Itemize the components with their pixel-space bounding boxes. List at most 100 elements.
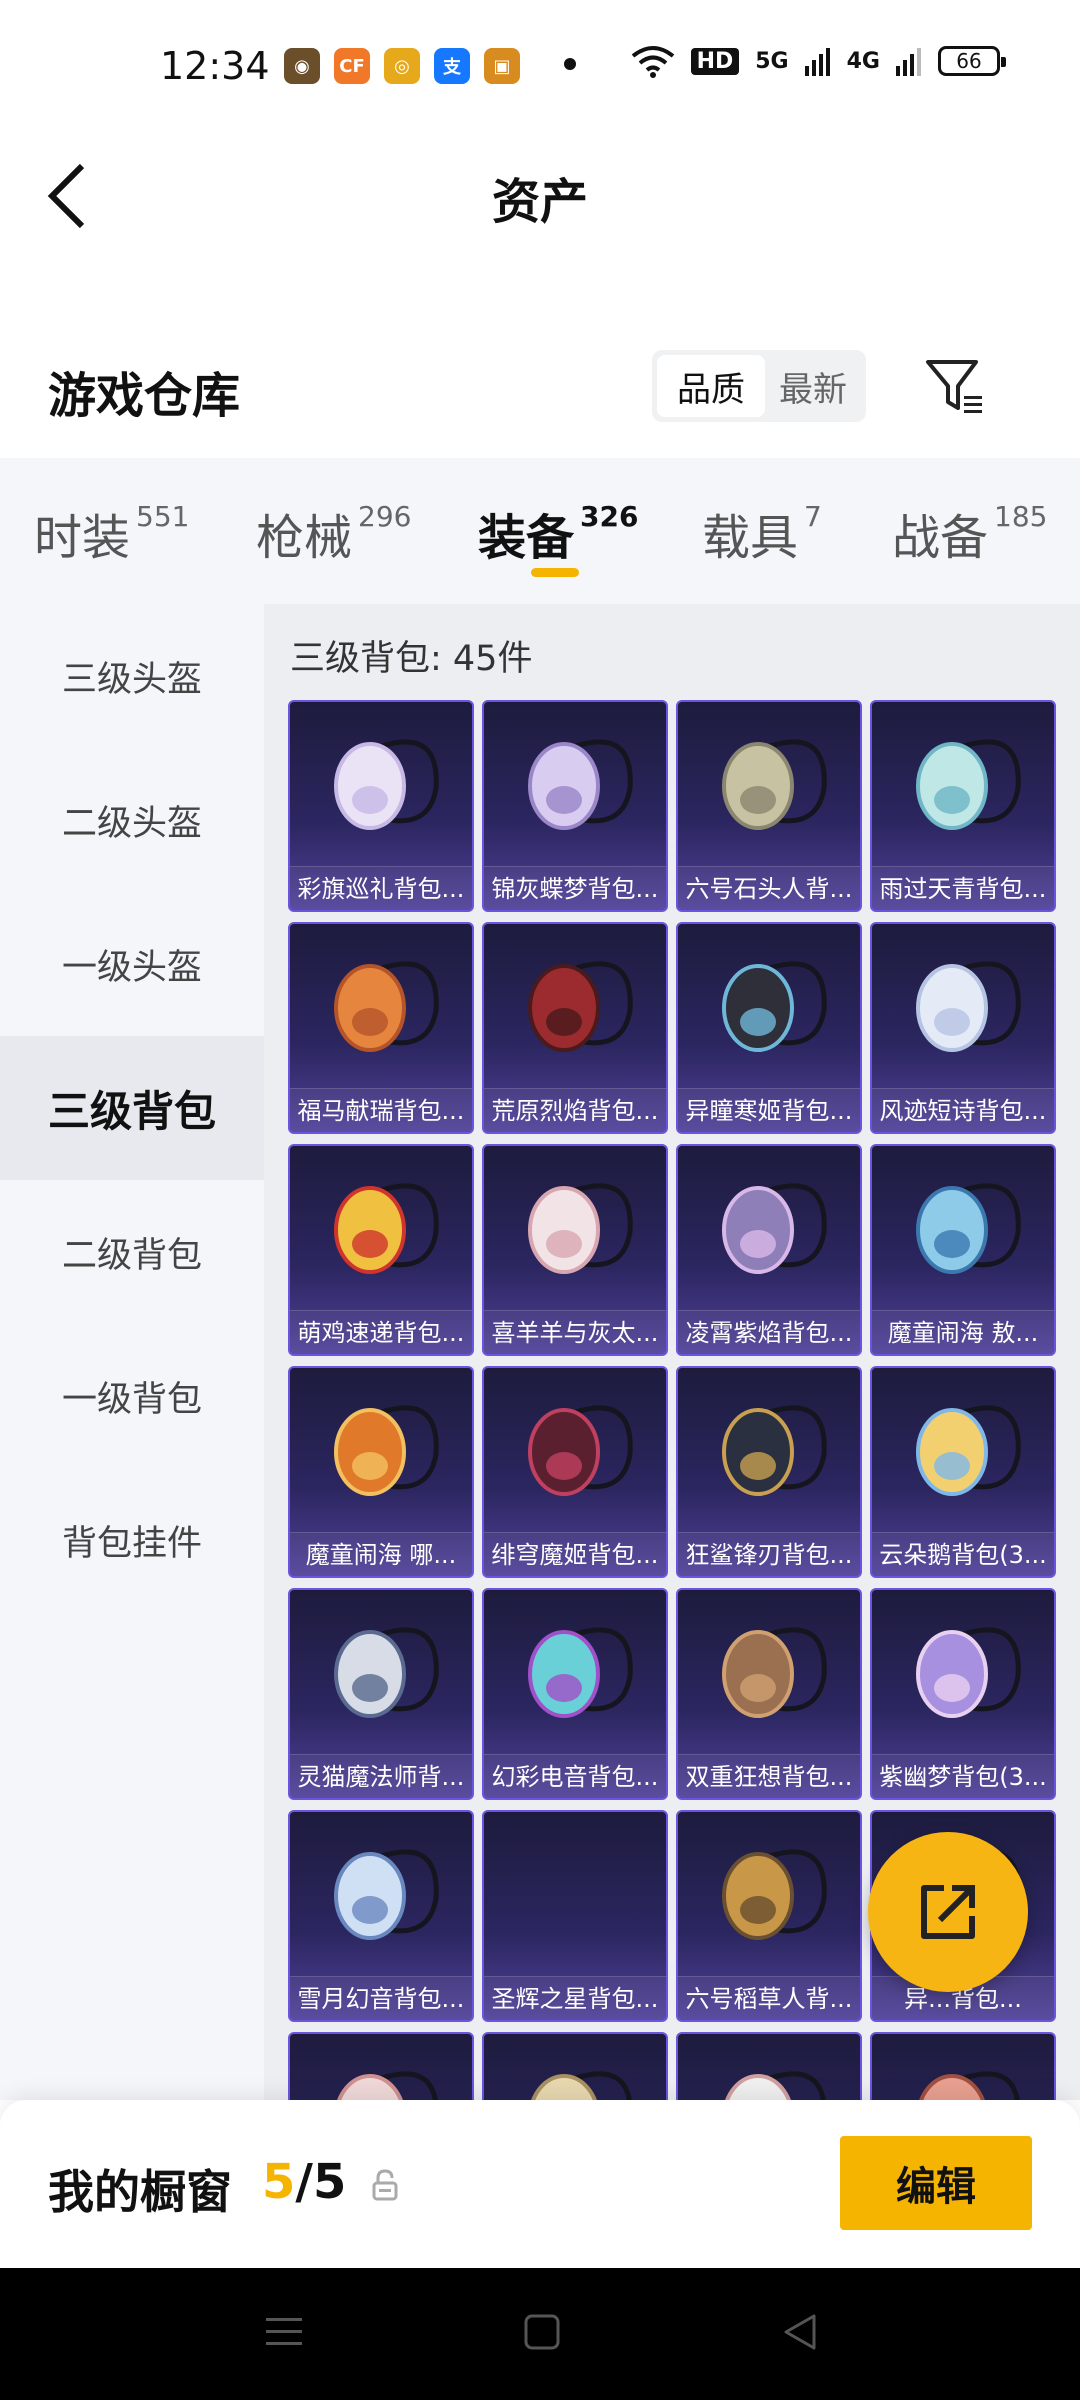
item-name: 六号石头人背... [678, 866, 860, 910]
signal-5g-label: 5G [755, 48, 789, 74]
showcase-count-current: 5 [262, 2154, 296, 2210]
sidebar-item-lv2-helmet[interactable]: 二级头盔 [0, 748, 264, 892]
tab-guns[interactable]: 枪械 296 [256, 498, 411, 568]
showcase-count-total: 5 [312, 2154, 347, 2210]
backpack-icon [916, 961, 1021, 1052]
backpack-icon [916, 739, 1021, 830]
sidebar-item-backpack-charm[interactable]: 背包挂件 [0, 1468, 264, 1612]
backpack-icon [916, 1183, 1021, 1274]
item-card[interactable]: 雨过天青背包... [870, 700, 1056, 912]
item-card[interactable] [870, 2032, 1056, 2100]
sidebar-item-lv1-backpack[interactable]: 一级背包 [0, 1324, 264, 1468]
item-card[interactable]: 锦灰蝶梦背包... [482, 700, 668, 912]
item-card[interactable]: 六号石头人背... [676, 700, 862, 912]
item-card[interactable]: 异瞳寒姬背包... [676, 922, 862, 1134]
sidebar-item-lv3-backpack[interactable]: 三级背包 [0, 1036, 264, 1180]
tab-count: 185 [994, 500, 1048, 533]
status-indicators: HD 5G 4G 66 [631, 44, 1006, 78]
backpack-icon [725, 2071, 826, 2100]
share-button[interactable] [868, 1832, 1028, 1992]
item-card[interactable]: 喜羊羊与灰太... [482, 1144, 668, 1356]
item-card[interactable]: 双重狂想背包... [676, 1588, 862, 1800]
sort-quality-option[interactable]: 品质 [657, 355, 765, 417]
backpack-icon [531, 2071, 632, 2100]
item-card[interactable]: 魔童闹海 哪... [288, 1366, 474, 1578]
sort-toggle: 品质 最新 [652, 350, 866, 422]
battery-level: 66 [956, 49, 982, 73]
filter-icon[interactable] [924, 356, 986, 418]
backpack-icon [484, 1818, 666, 1974]
home-icon[interactable] [522, 2312, 562, 2352]
backpack-icon [722, 739, 827, 830]
cf-app-icon: CF [334, 48, 370, 84]
sidebar-item-lv1-helmet[interactable]: 一级头盔 [0, 892, 264, 1036]
showcase-count-sep: / [295, 2154, 313, 2210]
item-card[interactable]: 萌鸡速递背包... [288, 1144, 474, 1356]
showcase-title: 我的橱窗 [48, 2165, 232, 2219]
item-name: 喜羊羊与灰太... [484, 1310, 666, 1354]
backpack-icon [528, 1183, 633, 1274]
signal-5g-icon [804, 48, 830, 76]
item-name: 福马献瑞背包... [290, 1088, 472, 1132]
item-card[interactable]: 幻彩电音背包... [482, 1588, 668, 1800]
item-card[interactable]: 雪月幻音背包... [288, 1810, 474, 2022]
tab-count: 326 [580, 500, 639, 533]
status-bar: 12:34 ◉ CF ◎ 支 ▣ HD 5G 4G 66 [0, 0, 1080, 130]
item-card[interactable]: 狂鲨锋刃背包... [676, 1366, 862, 1578]
backpack-icon [528, 1405, 633, 1496]
edit-button[interactable]: 编辑 [840, 2136, 1032, 2230]
item-card[interactable]: 福马献瑞背包... [288, 922, 474, 1134]
item-card[interactable] [676, 2032, 862, 2100]
item-card[interactable]: 圣辉之星背包... [482, 1810, 668, 2022]
menu-icon[interactable] [264, 2312, 304, 2352]
category-tabs: 时装 551 枪械 296 装备 326 载具 7 战备 185 [0, 458, 1080, 604]
tab-fashion[interactable]: 时装 551 [34, 498, 189, 568]
status-time: 12:34 [160, 44, 270, 88]
item-card[interactable] [482, 2032, 668, 2100]
item-card[interactable]: 荒原烈焰背包... [482, 922, 668, 1134]
sidebar-item-lv2-backpack[interactable]: 二级背包 [0, 1180, 264, 1324]
game-app-icon: ◉ [284, 48, 320, 84]
item-name: 紫幽梦背包(3... [872, 1754, 1054, 1798]
item-name: 萌鸡速递背包... [290, 1310, 472, 1354]
item-name: 六号稻草人背... [678, 1976, 860, 2020]
sort-latest-option[interactable]: 最新 [765, 355, 861, 417]
backpack-icon [722, 1627, 827, 1718]
active-tab-indicator [531, 568, 579, 577]
lock-icon[interactable] [370, 2168, 400, 2202]
tab-count: 296 [358, 500, 412, 533]
backpack-icon [334, 739, 439, 830]
notification-dot-icon [564, 58, 576, 70]
item-card[interactable]: 紫幽梦背包(3... [870, 1588, 1056, 1800]
item-name: 雪月幻音背包... [290, 1976, 472, 2020]
tab-war-gear[interactable]: 战备 185 [892, 498, 1047, 568]
item-card[interactable]: 彩旗巡礼背包... [288, 700, 474, 912]
system-nav-bar [0, 2268, 1080, 2400]
item-card[interactable]: 灵猫魔法师背... [288, 1588, 474, 1800]
backpack-icon [334, 1849, 439, 1940]
item-card[interactable] [288, 2032, 474, 2100]
tab-vehicles[interactable]: 载具 7 [702, 498, 822, 568]
item-name: 风迹短诗背包... [872, 1088, 1054, 1132]
back-nav-icon[interactable] [780, 2312, 820, 2352]
tab-label: 时装 [34, 510, 131, 566]
showcase-count: 5/5 [262, 2154, 346, 2210]
item-card[interactable]: 魔童闹海 敖... [870, 1144, 1056, 1356]
signal-4g-icon [896, 48, 921, 76]
item-card[interactable]: 风迹短诗背包... [870, 922, 1056, 1134]
backpack-icon [528, 1627, 633, 1718]
item-name: 幻彩电音背包... [484, 1754, 666, 1798]
item-card[interactable]: 云朵鹅背包(3... [870, 1366, 1056, 1578]
wifi-icon [631, 46, 674, 78]
item-name: 灵猫魔法师背... [290, 1754, 472, 1798]
item-name: 彩旗巡礼背包... [290, 866, 472, 910]
item-card[interactable]: 凌霄紫焰背包... [676, 1144, 862, 1356]
item-name: 锦灰蝶梦背包... [484, 866, 666, 910]
item-card[interactable]: 绯穹魔姬背包... [482, 1366, 668, 1578]
item-name: 雨过天青背包... [872, 866, 1054, 910]
sidebar-item-lv3-helmet[interactable]: 三级头盔 [0, 604, 264, 748]
backpack-icon [528, 961, 633, 1052]
tab-equipment[interactable]: 装备 326 [478, 498, 638, 568]
status-app-icons: ◉ CF ◎ 支 ▣ [284, 48, 520, 84]
item-card[interactable]: 六号稻草人背... [676, 1810, 862, 2022]
